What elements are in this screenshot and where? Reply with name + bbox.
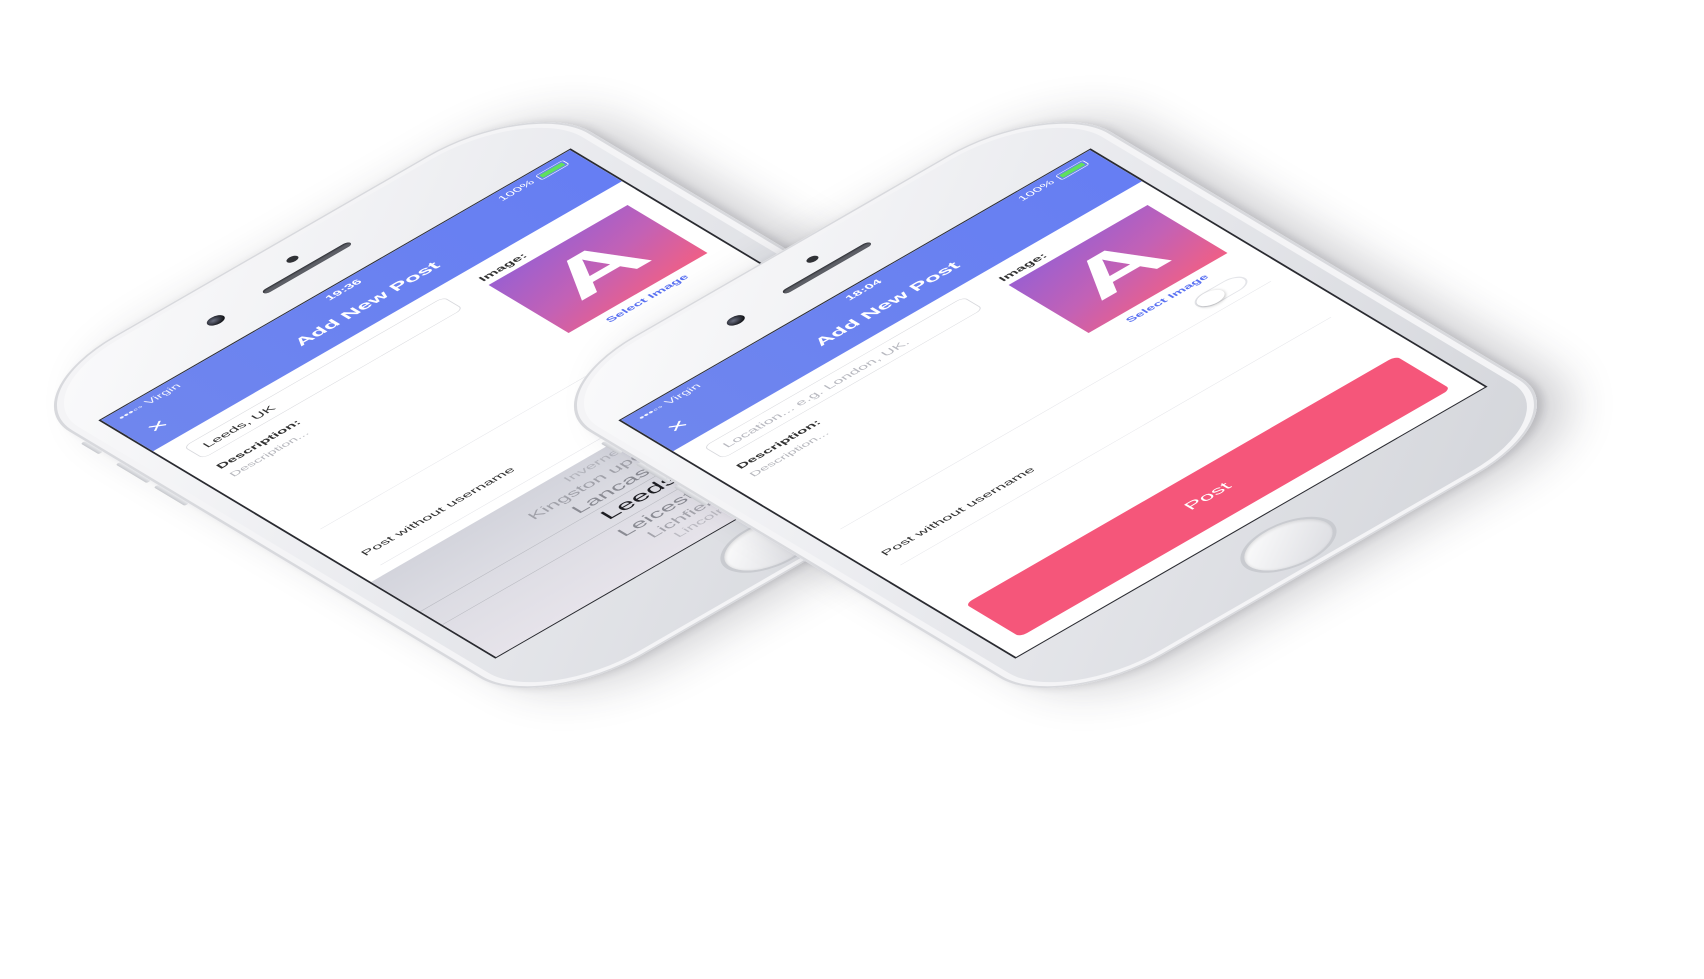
- volume-down-button: [153, 484, 189, 506]
- battery-percent: 100%: [495, 178, 538, 203]
- mute-switch: [80, 441, 103, 455]
- front-camera-icon: [203, 313, 229, 328]
- anonymous-label: Post without username: [878, 465, 1038, 558]
- battery-percent: 100%: [1015, 178, 1058, 203]
- battery-icon: [534, 159, 570, 181]
- battery-icon: [1054, 159, 1090, 181]
- toggle-knob: [1191, 286, 1230, 310]
- volume-up-button: [115, 462, 151, 484]
- front-camera-icon: [723, 313, 749, 328]
- sensor-icon: [284, 254, 301, 264]
- post-button[interactable]: Post: [965, 356, 1451, 637]
- sensor-icon: [804, 254, 821, 264]
